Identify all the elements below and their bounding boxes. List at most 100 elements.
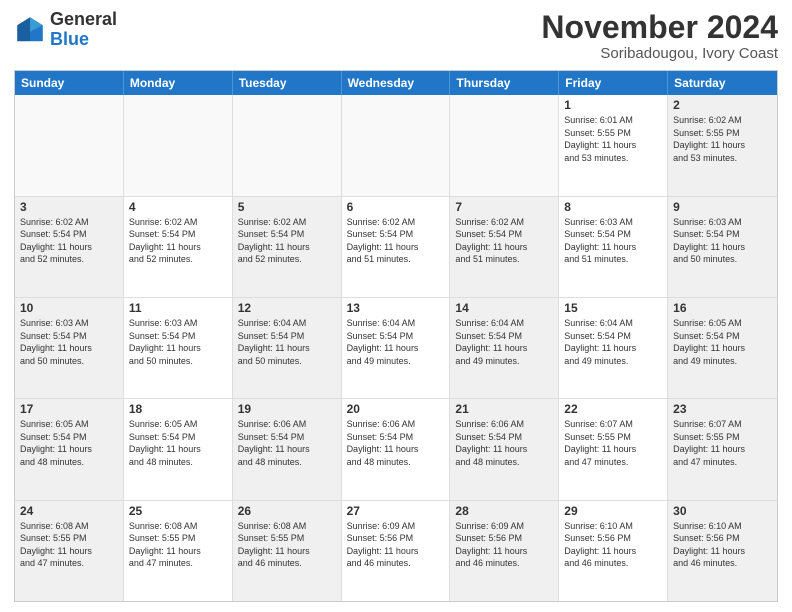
day-info: Sunrise: 6:02 AM Sunset: 5:54 PM Dayligh…	[129, 216, 227, 266]
cal-header-tuesday: Tuesday	[233, 71, 342, 95]
logo-general-text: General	[50, 9, 117, 29]
day-number: 14	[455, 301, 553, 315]
cal-cell-3-5: 14Sunrise: 6:04 AM Sunset: 5:54 PM Dayli…	[450, 298, 559, 398]
cal-header-wednesday: Wednesday	[342, 71, 451, 95]
cal-cell-4-3: 19 Sunrise: 6:06 AM Sunset: 5:54 PM Dayli…	[233, 399, 342, 499]
cal-cell-2-2: 4 Sunrise: 6:02 AM Sunset: 5:54 PM Daylig…	[124, 197, 233, 297]
day-number: 28	[455, 504, 553, 518]
day-info: Sunrise: 6:08 AM Sunset: 5:55 PM Dayligh…	[129, 520, 227, 570]
logo: General Blue	[14, 10, 117, 50]
day-number: 8	[564, 200, 662, 214]
day-info: Sunrise: 6:03 AM Sunset: 5:54 PM Dayligh…	[129, 317, 227, 367]
calendar: SundayMondayTuesdayWednesdayThursdayFrid…	[14, 70, 778, 602]
day-number: 24	[20, 504, 118, 518]
day-info: Sunrise: 6:08 AM Sunset: 5:55 PM Dayligh…	[20, 520, 118, 570]
title-block: November 2024 Soribadougou, Ivory Coast	[541, 10, 778, 62]
day-info: Sunrise: 6:02 AM Sunset: 5:54 PM Dayligh…	[347, 216, 445, 266]
cal-cell-4-4: 20 Sunrise: 6:06 AM Sunset: 5:54 PM Dayli…	[342, 399, 451, 499]
cal-cell-3-1: 10 Sunrise: 6:03 AM Sunset: 5:54 PM Dayli…	[15, 298, 124, 398]
day-info: Sunrise: 6:03 AM Sunset: 5:54 PM Dayligh…	[673, 216, 772, 266]
cal-cell-3-7: 16 Sunrise: 6:05 AM Sunset: 5:54 PM Dayli…	[668, 298, 777, 398]
cal-cell-5-1: 24 Sunrise: 6:08 AM Sunset: 5:55 PM Dayli…	[15, 501, 124, 601]
day-info: Sunrise: 6:04 AM Sunset: 5:54 PM Dayligh…	[347, 317, 445, 367]
cal-cell-3-6: 15Sunrise: 6:04 AM Sunset: 5:54 PM Dayli…	[559, 298, 668, 398]
cal-cell-5-6: 29 Sunrise: 6:10 AM Sunset: 5:56 PM Dayli…	[559, 501, 668, 601]
day-number: 30	[673, 504, 772, 518]
day-number: 16	[673, 301, 772, 315]
cal-week-4: 17 Sunrise: 6:05 AM Sunset: 5:54 PM Dayli…	[15, 399, 777, 500]
cal-cell-1-4	[342, 95, 451, 195]
day-number: 20	[347, 402, 445, 416]
cal-cell-5-4: 27 Sunrise: 6:09 AM Sunset: 5:56 PM Dayli…	[342, 501, 451, 601]
day-number: 9	[673, 200, 772, 214]
cal-cell-2-5: 7Sunrise: 6:02 AM Sunset: 5:54 PM Daylig…	[450, 197, 559, 297]
day-number: 29	[564, 504, 662, 518]
cal-cell-4-6: 22Sunrise: 6:07 AM Sunset: 5:55 PM Dayli…	[559, 399, 668, 499]
cal-cell-2-3: 5 Sunrise: 6:02 AM Sunset: 5:54 PM Daylig…	[233, 197, 342, 297]
day-number: 22	[564, 402, 662, 416]
cal-cell-4-1: 17 Sunrise: 6:05 AM Sunset: 5:54 PM Dayli…	[15, 399, 124, 499]
day-number: 4	[129, 200, 227, 214]
day-number: 3	[20, 200, 118, 214]
day-info: Sunrise: 6:02 AM Sunset: 5:55 PM Dayligh…	[673, 114, 772, 164]
day-info: Sunrise: 6:09 AM Sunset: 5:56 PM Dayligh…	[347, 520, 445, 570]
day-info: Sunrise: 6:05 AM Sunset: 5:54 PM Dayligh…	[673, 317, 772, 367]
cal-cell-1-7: 2 Sunrise: 6:02 AM Sunset: 5:55 PM Daylig…	[668, 95, 777, 195]
cal-cell-5-3: 26Sunrise: 6:08 AM Sunset: 5:55 PM Dayli…	[233, 501, 342, 601]
day-info: Sunrise: 6:04 AM Sunset: 5:54 PM Dayligh…	[564, 317, 662, 367]
day-number: 2	[673, 98, 772, 112]
header: General Blue November 2024 Soribadougou,…	[14, 10, 778, 62]
day-info: Sunrise: 6:06 AM Sunset: 5:54 PM Dayligh…	[455, 418, 553, 468]
day-info: Sunrise: 6:06 AM Sunset: 5:54 PM Dayligh…	[347, 418, 445, 468]
cal-cell-2-7: 9 Sunrise: 6:03 AM Sunset: 5:54 PM Daylig…	[668, 197, 777, 297]
cal-week-1: 1 Sunrise: 6:01 AM Sunset: 5:55 PM Daylig…	[15, 95, 777, 196]
day-info: Sunrise: 6:09 AM Sunset: 5:56 PM Dayligh…	[455, 520, 553, 570]
logo-blue-text: Blue	[50, 29, 89, 49]
calendar-header-row: SundayMondayTuesdayWednesdayThursdayFrid…	[15, 71, 777, 95]
day-number: 23	[673, 402, 772, 416]
day-info: Sunrise: 6:05 AM Sunset: 5:54 PM Dayligh…	[20, 418, 118, 468]
cal-cell-5-2: 25 Sunrise: 6:08 AM Sunset: 5:55 PM Dayli…	[124, 501, 233, 601]
day-number: 6	[347, 200, 445, 214]
cal-cell-4-2: 18 Sunrise: 6:05 AM Sunset: 5:54 PM Dayli…	[124, 399, 233, 499]
cal-week-5: 24 Sunrise: 6:08 AM Sunset: 5:55 PM Dayli…	[15, 501, 777, 601]
day-number: 27	[347, 504, 445, 518]
day-number: 25	[129, 504, 227, 518]
cal-header-saturday: Saturday	[668, 71, 777, 95]
logo-text: General Blue	[50, 10, 117, 50]
cal-cell-3-4: 13 Sunrise: 6:04 AM Sunset: 5:54 PM Dayli…	[342, 298, 451, 398]
day-info: Sunrise: 6:06 AM Sunset: 5:54 PM Dayligh…	[238, 418, 336, 468]
day-info: Sunrise: 6:07 AM Sunset: 5:55 PM Dayligh…	[673, 418, 772, 468]
day-number: 17	[20, 402, 118, 416]
day-number: 5	[238, 200, 336, 214]
cal-cell-2-4: 6 Sunrise: 6:02 AM Sunset: 5:54 PM Daylig…	[342, 197, 451, 297]
cal-cell-1-6: 1 Sunrise: 6:01 AM Sunset: 5:55 PM Daylig…	[559, 95, 668, 195]
day-info: Sunrise: 6:02 AM Sunset: 5:54 PM Dayligh…	[20, 216, 118, 266]
day-info: Sunrise: 6:02 AM Sunset: 5:54 PM Dayligh…	[455, 216, 553, 266]
day-number: 18	[129, 402, 227, 416]
cal-header-thursday: Thursday	[450, 71, 559, 95]
day-info: Sunrise: 6:03 AM Sunset: 5:54 PM Dayligh…	[20, 317, 118, 367]
cal-cell-5-7: 30Sunrise: 6:10 AM Sunset: 5:56 PM Dayli…	[668, 501, 777, 601]
month-title: November 2024	[541, 10, 778, 45]
day-info: Sunrise: 6:01 AM Sunset: 5:55 PM Dayligh…	[564, 114, 662, 164]
day-info: Sunrise: 6:02 AM Sunset: 5:54 PM Dayligh…	[238, 216, 336, 266]
cal-week-2: 3 Sunrise: 6:02 AM Sunset: 5:54 PM Daylig…	[15, 197, 777, 298]
day-number: 10	[20, 301, 118, 315]
day-number: 19	[238, 402, 336, 416]
cal-cell-2-6: 8Sunrise: 6:03 AM Sunset: 5:54 PM Daylig…	[559, 197, 668, 297]
day-number: 1	[564, 98, 662, 112]
cal-cell-3-2: 11 Sunrise: 6:03 AM Sunset: 5:54 PM Dayli…	[124, 298, 233, 398]
cal-week-3: 10 Sunrise: 6:03 AM Sunset: 5:54 PM Dayli…	[15, 298, 777, 399]
cal-cell-3-3: 12Sunrise: 6:04 AM Sunset: 5:54 PM Dayli…	[233, 298, 342, 398]
day-info: Sunrise: 6:10 AM Sunset: 5:56 PM Dayligh…	[564, 520, 662, 570]
calendar-body: 1 Sunrise: 6:01 AM Sunset: 5:55 PM Daylig…	[15, 95, 777, 601]
day-number: 12	[238, 301, 336, 315]
day-info: Sunrise: 6:05 AM Sunset: 5:54 PM Dayligh…	[129, 418, 227, 468]
cal-header-sunday: Sunday	[15, 71, 124, 95]
day-number: 11	[129, 301, 227, 315]
cal-cell-2-1: 3 Sunrise: 6:02 AM Sunset: 5:54 PM Daylig…	[15, 197, 124, 297]
day-number: 13	[347, 301, 445, 315]
day-number: 26	[238, 504, 336, 518]
location-title: Soribadougou, Ivory Coast	[541, 45, 778, 62]
